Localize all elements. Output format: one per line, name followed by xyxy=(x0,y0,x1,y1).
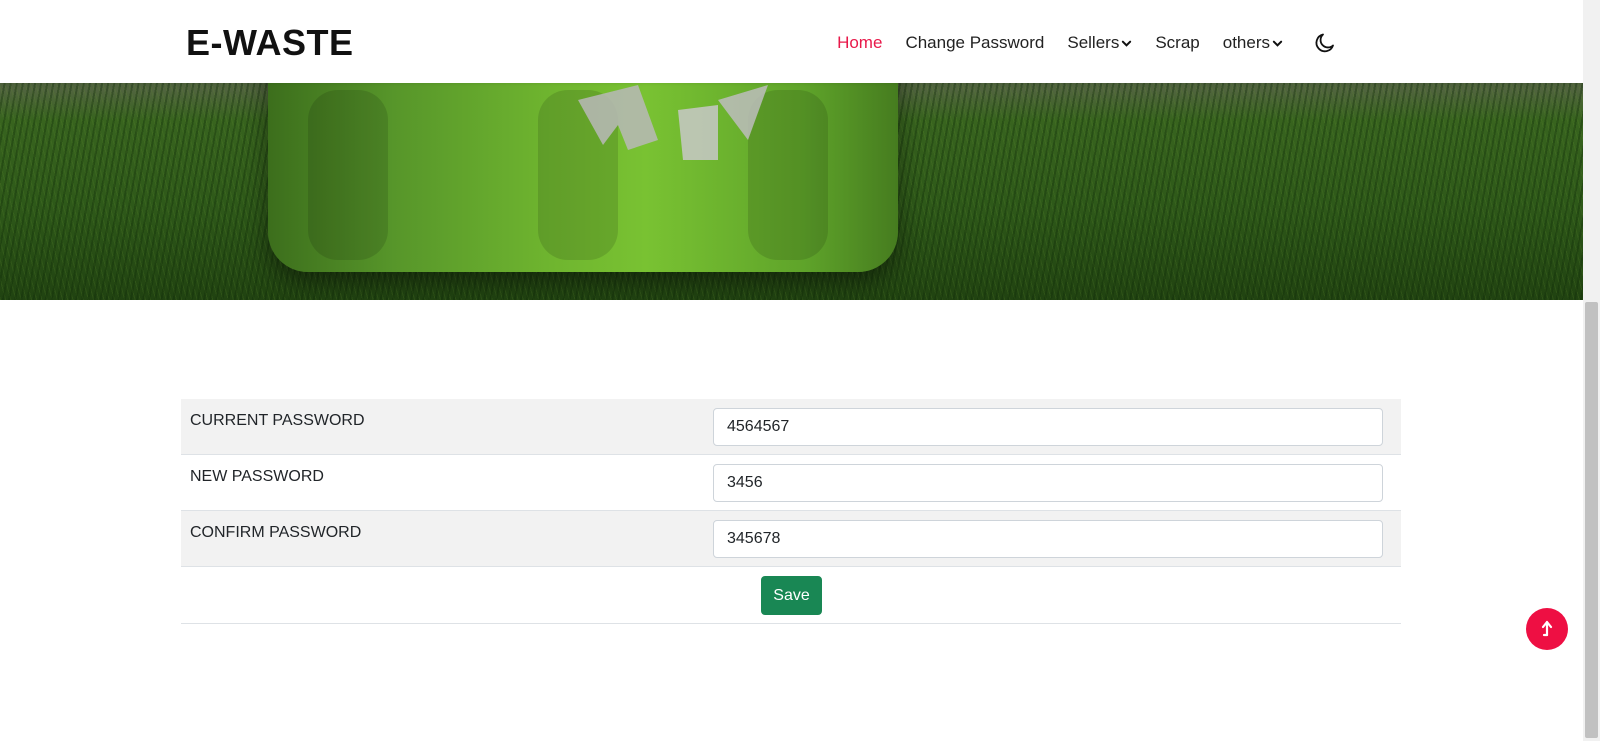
chevron-down-icon xyxy=(1122,40,1132,47)
nav-item-others-dropdown[interactable]: others xyxy=(1223,33,1283,53)
chevron-down-icon xyxy=(1272,40,1283,47)
nav-item-scrap-label: Scrap xyxy=(1155,33,1200,52)
form-row-current-password: CURRENT PASSWORD xyxy=(181,399,1401,455)
nav-item-scrap[interactable]: Scrap xyxy=(1155,33,1199,53)
scrollbar-thumb[interactable] xyxy=(1585,302,1598,738)
current-password-input[interactable] xyxy=(713,408,1383,446)
back-to-top-button[interactable] xyxy=(1526,608,1568,650)
save-button[interactable]: Save xyxy=(761,576,822,615)
form-row-actions: Save xyxy=(181,567,1401,624)
nav-menu: Home Change Password Sellers Scrap other… xyxy=(814,31,1337,55)
current-password-label: CURRENT PASSWORD xyxy=(190,412,365,429)
form-row-new-password: NEW PASSWORD xyxy=(181,455,1401,511)
new-password-input[interactable] xyxy=(713,464,1383,502)
nav-item-home[interactable]: Home xyxy=(837,33,882,53)
confirm-password-input[interactable] xyxy=(713,520,1383,558)
arrow-up-icon xyxy=(1541,620,1553,637)
form-row-confirm-password: CONFIRM PASSWORD xyxy=(181,511,1401,567)
nav-item-others-label: others xyxy=(1222,33,1270,52)
top-navbar: E-WASTE Home Change Password Sellers Scr… xyxy=(0,0,1583,83)
change-password-form: CURRENT PASSWORD NEW PASSWORD CONFIRM PA… xyxy=(181,399,1401,624)
nav-item-home-label: Home xyxy=(837,33,883,52)
nav-item-change-password[interactable]: Change Password xyxy=(905,33,1044,53)
recycle-symbol-icon xyxy=(578,85,768,160)
moon-icon[interactable] xyxy=(1313,31,1337,55)
nav-item-sellers-label: Sellers xyxy=(1067,33,1120,52)
new-password-label: NEW PASSWORD xyxy=(190,468,324,485)
nav-item-sellers-dropdown[interactable]: Sellers xyxy=(1067,33,1132,53)
brand-logo[interactable]: E-WASTE xyxy=(186,22,354,64)
nav-item-change-password-label: Change Password xyxy=(905,33,1045,52)
confirm-password-label: CONFIRM PASSWORD xyxy=(190,524,362,541)
